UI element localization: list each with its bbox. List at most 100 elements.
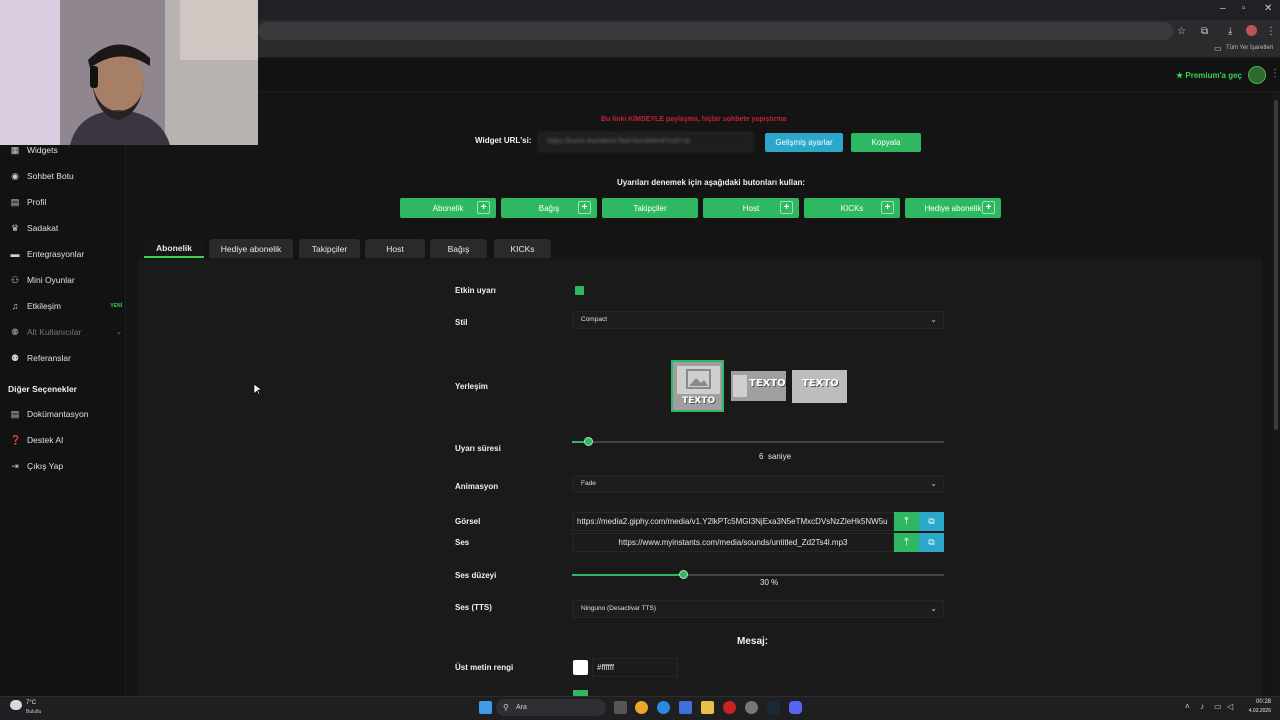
plus-icon: + [982, 201, 995, 214]
upload-sound-button[interactable]: ⤒ [894, 533, 919, 552]
tray-mic-icon[interactable]: ♪ [1200, 702, 1204, 711]
sidebar-item-label: Destek AI [27, 435, 64, 445]
button-label: Abonelik [432, 203, 464, 213]
obs-icon[interactable] [745, 701, 758, 714]
download-icon[interactable]: ⤓ [1228, 26, 1232, 37]
animation-label: Animasyon [455, 482, 499, 491]
sidebar-item-label: Profil [27, 197, 47, 207]
task-view-icon[interactable] [614, 701, 627, 714]
chevron-down-icon: ⌄ [116, 329, 122, 336]
discord-icon[interactable] [789, 701, 802, 714]
sound-url-input[interactable]: https://www.myinstants.com/media/sounds/… [572, 533, 894, 552]
active-alert-checkbox[interactable] [575, 286, 584, 295]
sidebar-item-interaction[interactable]: ♫ Etkileşim YENİ [10, 299, 122, 313]
layout-option-vertical[interactable]: TEXTO [670, 359, 725, 413]
duration-unit: saniye [767, 452, 792, 461]
active-alert-label: Etkin uyarı [455, 286, 496, 295]
layout-option-horizontal[interactable]: TEXTO [731, 371, 786, 401]
top-text-color-swatch[interactable] [573, 660, 588, 675]
steam-icon[interactable] [767, 701, 780, 714]
test-subscription-button[interactable]: Abonelik + [400, 198, 496, 218]
tab-host[interactable]: Host [365, 239, 425, 258]
copy-button[interactable]: Kopyala [851, 133, 921, 152]
copilot-icon[interactable] [679, 701, 692, 714]
sidebar-item-chatbot[interactable]: ◉ Sohbet Botu [10, 169, 122, 183]
record-app-icon[interactable] [723, 701, 736, 714]
sidebar-item-logout[interactable]: ⇥ Çıkış Yap [10, 459, 122, 473]
tab-followers[interactable]: Takipçiler [299, 239, 360, 258]
tab-subscription[interactable]: Abonelik [144, 239, 204, 258]
sidebar-item-label: Çıkış Yap [27, 461, 64, 471]
upload-image-button[interactable]: ⤒ [894, 512, 919, 531]
style-select[interactable]: Compact ⌄ [572, 311, 944, 329]
minimize-icon[interactable]: – [1220, 3, 1226, 14]
header-menu-icon[interactable]: ⋮ [1270, 68, 1280, 79]
test-gift-subscription-button[interactable]: Hediye abonelik + [905, 198, 1001, 218]
advanced-settings-button[interactable]: Gelişmiş ayarlar [765, 133, 843, 152]
sidebar-item-label: Alt Kullanıcılar [27, 327, 82, 337]
chevron-down-icon: ⌄ [930, 315, 937, 324]
animation-select[interactable]: Fade ⌄ [572, 475, 944, 493]
start-icon[interactable] [479, 701, 492, 714]
bookmark-star-icon[interactable]: ☆ [1177, 26, 1186, 37]
image-library-button[interactable]: ⧉ [919, 512, 944, 531]
sound-library-button[interactable]: ⧉ [919, 533, 944, 552]
address-bar[interactable] [258, 22, 1173, 40]
sidebar-item-loyalty[interactable]: ♛ Sadakat [10, 221, 122, 235]
tts-select[interactable]: Ninguno (Desactivar TTS) ⌄ [572, 600, 944, 618]
integrations-icon: ▬ [10, 249, 20, 259]
tray-chevron-up-icon[interactable]: ˄ [1185, 702, 1190, 711]
test-host-button[interactable]: Host + [703, 198, 799, 218]
top-text-color-input[interactable]: #ffffff [592, 658, 678, 677]
tts-label: Ses (TTS) [455, 603, 492, 612]
tab-kicks[interactable]: KICKs [494, 239, 551, 258]
layout-option-text: TEXTO [681, 396, 716, 406]
layout-option-text: TEXTO [749, 378, 786, 389]
maximize-icon[interactable]: ▫ [1242, 3, 1246, 14]
page-scrollbar-thumb[interactable] [1274, 100, 1278, 430]
top-text-color-label: Üst metin rengi [455, 663, 514, 672]
duration-label: Uyarı süresi [455, 444, 501, 453]
extensions-icon[interactable]: ⧉ [1201, 26, 1208, 37]
button-label: KICKs [840, 203, 864, 213]
layout-option-overlay[interactable]: TEXTO [792, 370, 847, 403]
test-donation-button[interactable]: Bağış + [501, 198, 597, 218]
sidebar-item-integrations[interactable]: ▬ Entegrasyonlar [10, 247, 122, 261]
image-placeholder-icon [677, 366, 720, 394]
sidebar-item-label: Etkileşim [27, 301, 62, 311]
image-url-input[interactable]: https://media2.giphy.com/media/v1.Y2lkPT… [572, 512, 894, 531]
close-icon[interactable]: ✕ [1264, 3, 1272, 14]
tab-gift-subscription[interactable]: Hediye abonelik [209, 239, 293, 258]
taskbar-search[interactable]: ⚲ Ara [496, 699, 606, 716]
chrome-icon[interactable] [635, 701, 648, 714]
tray-network-icon[interactable]: ▭ [1214, 702, 1222, 711]
plus-icon: + [780, 201, 793, 214]
clock-time[interactable]: 00:28 [1246, 699, 1271, 705]
music-note-icon: ♫ [11, 301, 19, 311]
browser-menu-icon[interactable]: ⋮ [1266, 26, 1276, 37]
premium-link[interactable]: ★ Premium'a geç [1176, 71, 1242, 80]
user-avatar[interactable] [1248, 66, 1266, 84]
test-followers-button[interactable]: Takipçiler [602, 198, 698, 218]
mouse-cursor-icon [254, 384, 262, 396]
test-kicks-button[interactable]: KICKs + [804, 198, 900, 218]
sidebar-item-minigames[interactable]: ⚇ Mini Oyunlar [10, 273, 122, 287]
volume-slider-thumb[interactable] [679, 570, 688, 579]
sidebar-item-referrals[interactable]: ⚉ Referanslar [10, 351, 122, 365]
duration-slider[interactable] [572, 441, 944, 443]
tray-volume-icon[interactable]: ◁ [1227, 702, 1233, 711]
sidebar-item-docs[interactable]: ▤ Dokümantasyon [10, 407, 122, 421]
file-explorer-icon[interactable] [701, 701, 714, 714]
all-bookmarks-link[interactable]: Tüm Yer İşaretleri [1226, 45, 1273, 51]
sidebar-item-profile[interactable]: ▤ Profil [10, 195, 122, 209]
profile-icon[interactable] [1246, 25, 1257, 36]
tab-donation[interactable]: Bağış [430, 239, 487, 258]
sidebar-item-support-ai[interactable]: ❓ Destek AI [10, 433, 122, 447]
duration-slider-thumb[interactable] [584, 437, 593, 446]
sidebar-item-widgets[interactable]: ▦ Widgets [10, 143, 122, 157]
layout-option-text: TEXTO [802, 378, 839, 389]
sidebar-item-subusers[interactable]: ⚉ Alt Kullanıcılar ⌄ [10, 325, 122, 339]
weather-temperature[interactable]: 7°C [26, 700, 36, 706]
edge-icon[interactable] [657, 701, 670, 714]
widget-url-field[interactable]: https://botrix.live/alerts?bid=KecbMmPrm… [538, 132, 753, 152]
